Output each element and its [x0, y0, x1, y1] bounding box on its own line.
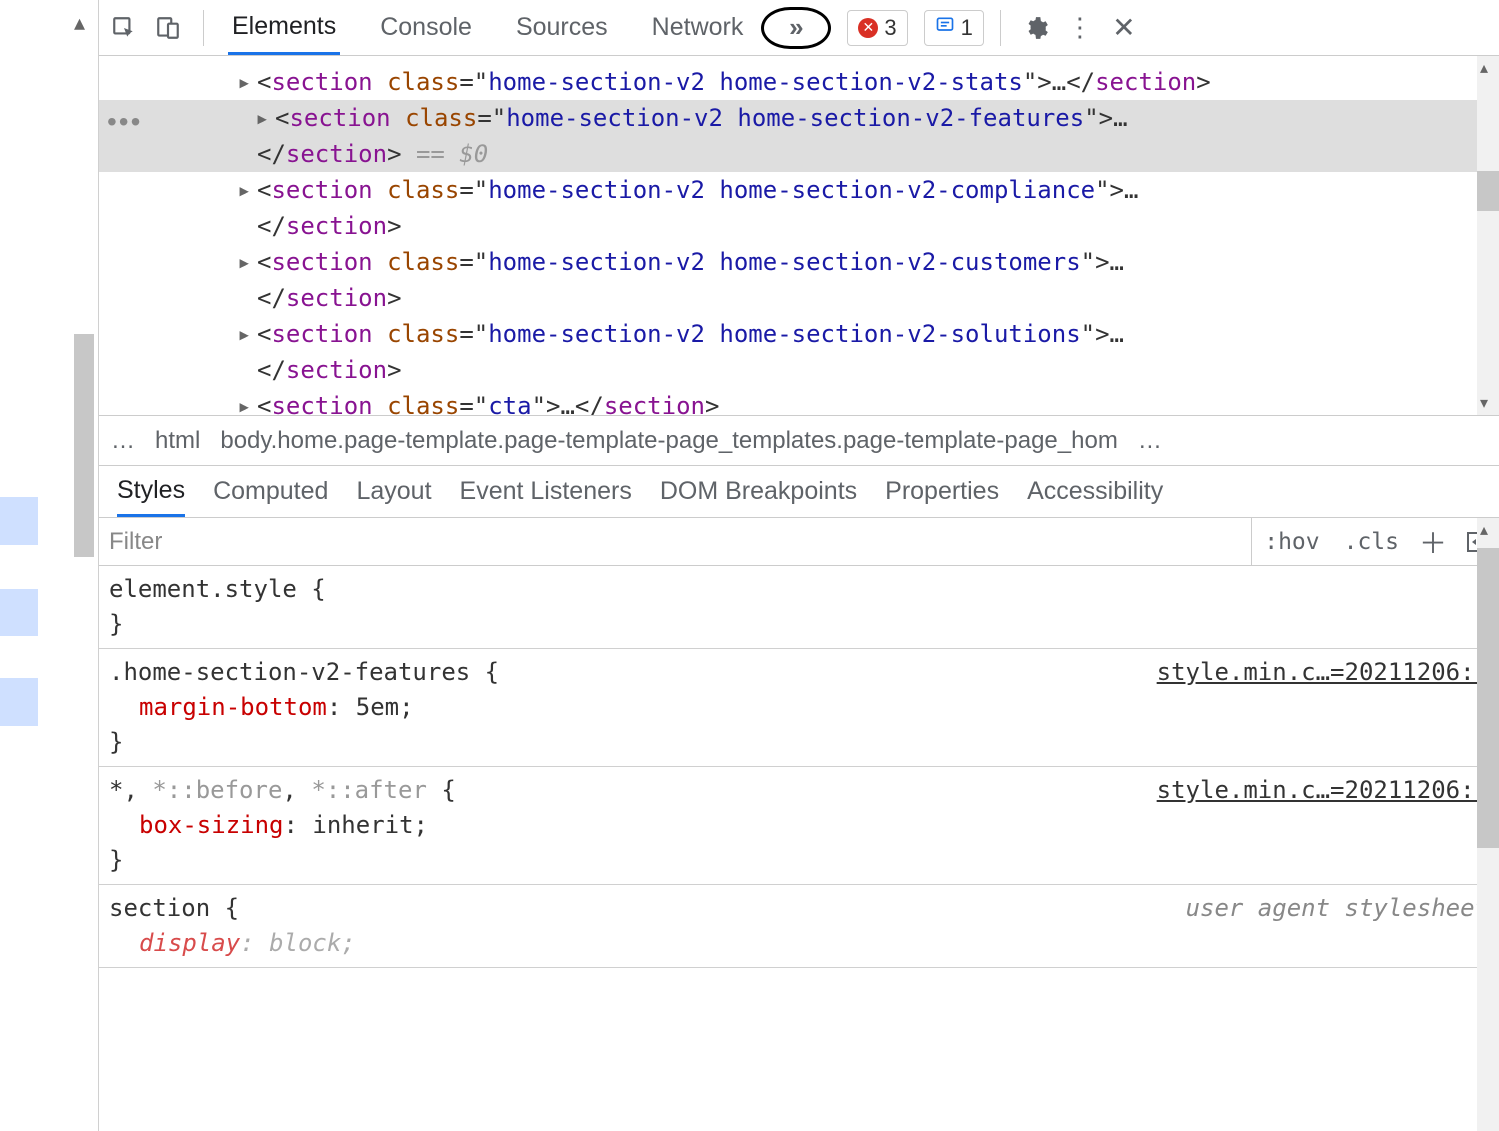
- tab-network[interactable]: Network: [648, 0, 748, 55]
- dom-tree-lines[interactable]: ▸<section class="home-section-v2 home-se…: [99, 56, 1499, 416]
- styles-filter-input[interactable]: [99, 518, 1252, 565]
- rule-origin-link[interactable]: user agent stylesheet: [1186, 891, 1489, 926]
- dom-tree-line[interactable]: ▸<section class="cta">…</section>: [99, 388, 1499, 416]
- styles-subtabs: Styles Computed Layout Event Listeners DOM B…: [99, 466, 1499, 518]
- breadcrumb-ellipsis[interactable]: …: [1138, 427, 1162, 455]
- dom-tree-line[interactable]: </section>: [99, 208, 1499, 244]
- style-rule[interactable]: section {display: block;user agent style…: [99, 885, 1499, 968]
- page-left-gutter: ▴: [0, 0, 98, 1131]
- kebab-menu-icon[interactable]: ⋮: [1061, 9, 1099, 47]
- hov-toggle[interactable]: :hov: [1252, 518, 1331, 565]
- scroll-up-icon[interactable]: ▴: [1480, 520, 1488, 540]
- dom-tree-line[interactable]: ▸<section class="home-section-v2 home-se…: [99, 64, 1499, 100]
- tab-console[interactable]: Console: [376, 0, 476, 55]
- selection-highlight: [0, 678, 38, 726]
- rule-origin-link[interactable]: style.min.c…=20211206:1: [1157, 655, 1489, 690]
- dom-tree-line[interactable]: ▸<section class="home-section-v2 home-se…: [99, 172, 1499, 208]
- dom-tree-line[interactable]: </section>: [99, 280, 1499, 316]
- dom-tree-line[interactable]: ▸<section class="home-section-v2 home-se…: [99, 316, 1499, 352]
- toolbar-divider: [1000, 10, 1001, 46]
- errors-badge[interactable]: ✕ 3: [847, 10, 907, 46]
- scroll-down-icon[interactable]: ▾: [1480, 393, 1488, 413]
- messages-badge[interactable]: 1: [924, 10, 984, 46]
- breadcrumb-item[interactable]: body.home.page-template.page-template-pa…: [220, 427, 1117, 455]
- subtab-layout[interactable]: Layout: [356, 466, 431, 517]
- devtools-tabs: Elements Console Sources Network: [228, 0, 747, 55]
- dom-tree-line[interactable]: </section> == $0: [99, 136, 1499, 172]
- style-rule[interactable]: .home-section-v2-features {margin-bottom…: [99, 649, 1499, 767]
- subtab-event-listeners[interactable]: Event Listeners: [460, 466, 632, 517]
- new-style-rule-button[interactable]: ＋: [1411, 518, 1455, 565]
- styles-rules-list: element.style {}.home-section-v2-feature…: [99, 566, 1499, 968]
- device-toggle-icon[interactable]: [149, 9, 187, 47]
- selection-highlight: [0, 497, 38, 545]
- errors-count: 3: [884, 15, 896, 41]
- tab-elements[interactable]: Elements: [228, 0, 340, 55]
- page-scrollbar-thumb[interactable]: [74, 334, 94, 557]
- tab-sources[interactable]: Sources: [512, 0, 612, 55]
- rule-origin-link[interactable]: style.min.c…=20211206:1: [1157, 773, 1489, 808]
- dom-tree-line[interactable]: </section>: [99, 352, 1499, 388]
- settings-gear-icon[interactable]: [1017, 9, 1055, 47]
- styles-panel: :hov .cls ＋ element.style {}.home-sectio…: [99, 518, 1499, 1131]
- devtools-toolbar: ElementsConsoleSourcesNetwork » ✕ 3 1 ⋮ …: [99, 0, 1499, 56]
- subtab-computed[interactable]: Computed: [213, 466, 328, 517]
- dom-tree-area: ••• ▸<section class="home-section-v2 hom…: [99, 56, 1499, 416]
- dom-tree-line[interactable]: ▸<section class="home-section-v2 home-se…: [99, 100, 1499, 136]
- scrollbar-thumb[interactable]: [1477, 171, 1499, 211]
- breadcrumb-ellipsis[interactable]: …: [111, 427, 135, 455]
- messages-count: 1: [961, 15, 973, 41]
- toolbar-divider: [203, 10, 204, 46]
- dom-scrollbar[interactable]: ▴ ▾: [1477, 56, 1499, 415]
- style-rule[interactable]: element.style {}: [99, 566, 1499, 649]
- subtab-dom-breakpoints[interactable]: DOM Breakpoints: [660, 466, 857, 517]
- styles-scrollbar[interactable]: ▴: [1477, 518, 1499, 1131]
- dom-tree-line[interactable]: ▸<section class="home-section-v2 home-se…: [99, 244, 1499, 280]
- error-icon: ✕: [858, 18, 878, 38]
- scroll-up-caret-icon: ▴: [74, 10, 85, 36]
- close-devtools-icon[interactable]: ✕: [1105, 9, 1143, 47]
- subtab-properties[interactable]: Properties: [885, 466, 999, 517]
- styles-filter-bar: :hov .cls ＋: [99, 518, 1499, 566]
- subtab-styles[interactable]: Styles: [117, 466, 185, 517]
- devtools-panel: ElementsConsoleSourcesNetwork » ✕ 3 1 ⋮ …: [98, 0, 1499, 1131]
- selected-line-actions-icon[interactable]: •••: [107, 106, 142, 138]
- dom-breadcrumb: … html body.home.page-template.page-temp…: [99, 416, 1499, 466]
- style-rule[interactable]: *, *::before, *::after {box-sizing: inhe…: [99, 767, 1499, 885]
- breadcrumb-item[interactable]: html: [155, 427, 200, 455]
- message-icon: [935, 15, 955, 41]
- scrollbar-thumb[interactable]: [1477, 548, 1499, 848]
- cls-toggle[interactable]: .cls: [1332, 518, 1411, 565]
- subtab-accessibility[interactable]: Accessibility: [1027, 466, 1163, 517]
- selection-highlight: [0, 589, 38, 636]
- scroll-up-icon[interactable]: ▴: [1480, 58, 1488, 78]
- chevron-double-right-icon: »: [789, 12, 803, 43]
- inspect-element-icon[interactable]: [105, 9, 143, 47]
- more-tabs-button[interactable]: »: [761, 7, 831, 49]
